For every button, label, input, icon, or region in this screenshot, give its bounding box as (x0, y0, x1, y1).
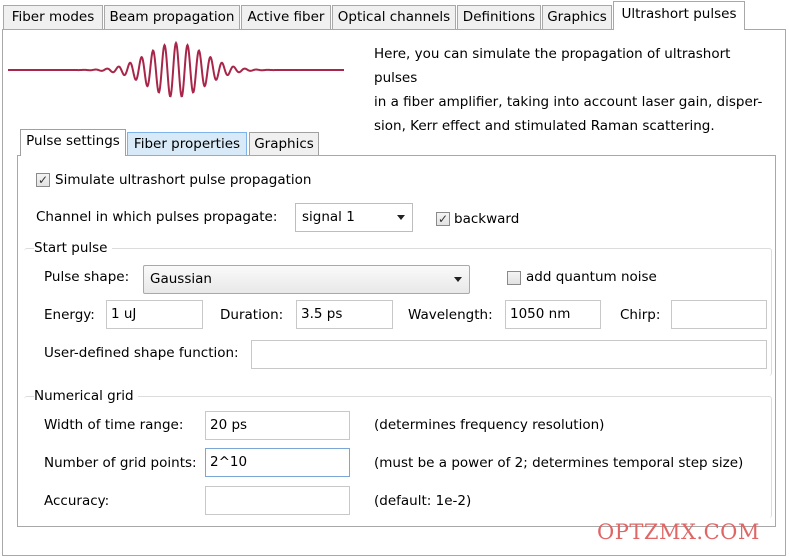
description: Here, you can simulate the propagation o… (374, 42, 764, 138)
tab-inner-graphics[interactable]: Graphics (249, 132, 319, 157)
grid-points-input[interactable]: 2^10 (205, 448, 350, 477)
accuracy-label: Accuracy: (44, 493, 110, 509)
backward-checkbox[interactable]: ✓ (436, 212, 450, 226)
simulate-checkbox[interactable]: ✓ (36, 173, 50, 187)
pulse-shape-label: Pulse shape: (44, 269, 130, 285)
check-icon: ✓ (437, 212, 449, 226)
accuracy-note: (default: 1e-2) (374, 493, 472, 509)
quantum-noise-label: add quantum noise (526, 269, 657, 285)
channel-label: Channel in which pulses propagate: (36, 209, 278, 225)
pulse-waveform (8, 40, 344, 98)
chirp-input[interactable] (671, 300, 767, 329)
watermark: OPTZMX.COM (597, 520, 760, 544)
description-line-1: Here, you can simulate the propagation o… (374, 46, 731, 86)
tab-beam-propagation[interactable]: Beam propagation (104, 5, 240, 29)
pulse-shape-select[interactable]: Gaussian (143, 265, 470, 294)
check-icon: ✓ (37, 173, 49, 187)
pulse-illustration (8, 40, 344, 98)
description-line-2: in a fiber amplifier, taking into accoun… (374, 94, 763, 110)
time-range-label: Width of time range: (44, 417, 184, 433)
pulse-shape-value: Gaussian (150, 271, 212, 287)
start-pulse-title: Start pulse (34, 240, 112, 256)
description-line-3: sion, Kerr effect and stimulated Raman s… (374, 118, 715, 134)
simulate-label: Simulate ultrashort pulse propagation (55, 172, 312, 188)
tab-fiber-properties[interactable]: Fiber properties (127, 132, 247, 157)
tab-ultrashort-pulses[interactable]: Ultrashort pulses (613, 1, 745, 30)
chevron-down-icon (454, 277, 462, 282)
chirp-label: Chirp: (620, 307, 661, 323)
channel-select[interactable]: signal 1 (295, 203, 413, 232)
user-defined-shape-label: User-defined shape function: (44, 345, 239, 361)
accuracy-input[interactable] (205, 486, 350, 515)
energy-label: Energy: (44, 307, 95, 323)
quantum-noise-checkbox[interactable] (507, 271, 521, 285)
user-defined-shape-input[interactable] (251, 340, 767, 369)
grid-points-note: (must be a power of 2; determines tempor… (374, 455, 744, 471)
duration-input[interactable]: 3.5 ps (296, 300, 393, 329)
main-tab-bar: Fiber modes Beam propagation Active fibe… (0, 0, 789, 30)
tab-definitions[interactable]: Definitions (457, 5, 541, 29)
duration-label: Duration: (220, 307, 284, 323)
energy-input[interactable]: 1 uJ (106, 300, 203, 329)
numerical-grid-title: Numerical grid (34, 388, 138, 404)
wavelength-label: Wavelength: (408, 307, 493, 323)
chevron-down-icon (397, 215, 405, 220)
tab-graphics[interactable]: Graphics (542, 5, 612, 29)
channel-value: signal 1 (302, 209, 355, 225)
time-range-note: (determines frequency resolution) (374, 417, 605, 433)
backward-label: backward (454, 211, 520, 227)
tab-fiber-modes[interactable]: Fiber modes (3, 5, 103, 29)
wavelength-input[interactable]: 1050 nm (505, 300, 601, 329)
time-range-input[interactable]: 20 ps (205, 411, 350, 440)
tab-optical-channels[interactable]: Optical channels (332, 5, 456, 29)
grid-points-label: Number of grid points: (44, 455, 197, 471)
tab-active-fiber[interactable]: Active fiber (241, 5, 331, 29)
tab-pulse-settings[interactable]: Pulse settings (20, 129, 126, 156)
